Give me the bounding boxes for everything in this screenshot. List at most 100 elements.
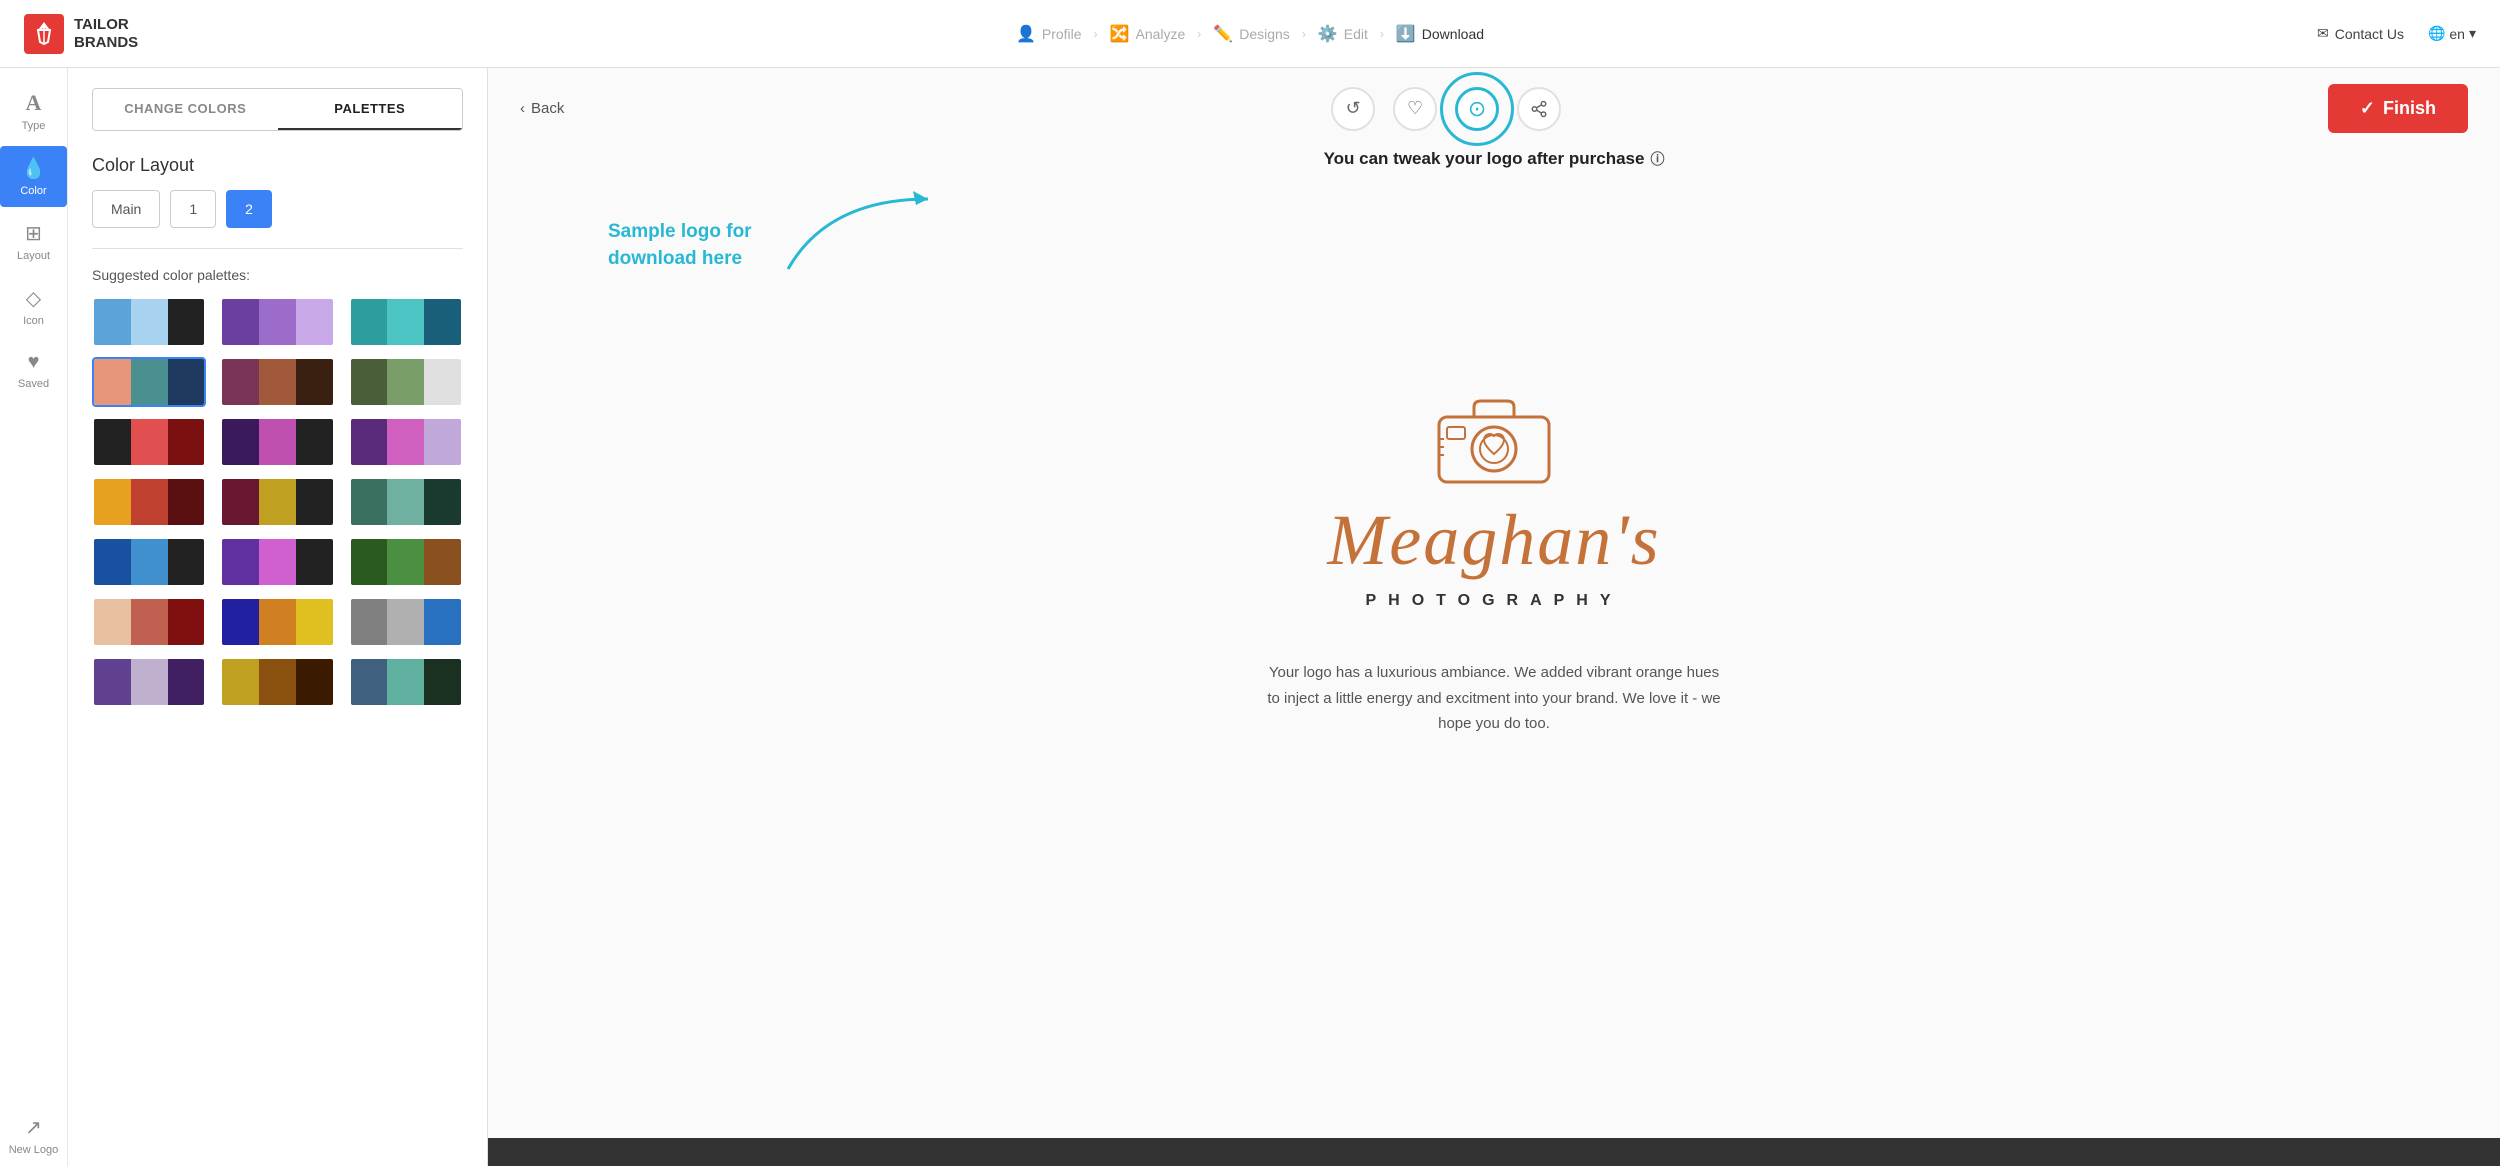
palette-swatch [259, 659, 296, 705]
arrow-annotation: Sample logo for download here [528, 199, 2460, 319]
palette-swatch [222, 479, 259, 525]
palette-swatch [94, 659, 131, 705]
sidebar-item-layout[interactable]: ⊞ Layout [0, 211, 67, 272]
palette-group-p3[interactable] [349, 297, 463, 347]
sidebar-item-type[interactable]: A Type [0, 80, 67, 142]
mail-icon: ✉ [2317, 25, 2329, 42]
saved-icon: ♥ [28, 351, 40, 374]
palette-swatch [168, 479, 205, 525]
logo-display: Meaghan's PHOTOGRAPHY Your logo has a lu… [488, 389, 2500, 737]
brand-icon [24, 14, 64, 54]
new-logo-icon: ↗ [25, 1115, 42, 1140]
palette-swatch [168, 299, 205, 345]
palette-swatch [296, 419, 333, 465]
tab-change-colors[interactable]: CHANGE COLORS [93, 89, 278, 130]
palette-group-p12[interactable] [349, 477, 463, 527]
brand-logo[interactable]: TAILOR BRANDS [24, 14, 138, 54]
palette-group-p17[interactable] [220, 597, 334, 647]
palette-swatch [259, 299, 296, 345]
palette-group-p18[interactable] [349, 597, 463, 647]
step-download[interactable]: ⬇️ Download [1384, 24, 1496, 44]
palette-group-p2[interactable] [220, 297, 334, 347]
palette-swatch [168, 599, 205, 645]
color-layout-title: Color Layout [92, 155, 463, 176]
palette-swatch [351, 419, 388, 465]
step-profile[interactable]: 👤 Profile [1004, 24, 1094, 44]
palette-swatch [387, 479, 424, 525]
palette-group-p8[interactable] [220, 417, 334, 467]
palette-group-p11[interactable] [220, 477, 334, 527]
palette-group-p16[interactable] [92, 597, 206, 647]
palette-group-p7[interactable] [92, 417, 206, 467]
layout-icon: ⊞ [25, 221, 42, 246]
palette-group-p5[interactable] [220, 357, 334, 407]
palette-swatch [168, 419, 205, 465]
step-designs[interactable]: ✏️ Designs [1201, 24, 1302, 44]
palette-container [92, 297, 463, 707]
tab-palettes[interactable]: PALETTES [278, 89, 463, 130]
color-opt-1[interactable]: 1 [170, 190, 216, 228]
palette-swatch [296, 359, 333, 405]
nav-right: ✉ Contact Us 🌐 en ▾ [2317, 25, 2476, 42]
palette-group-p14[interactable] [220, 537, 334, 587]
palette-group-p13[interactable] [92, 537, 206, 587]
panel-tabs: CHANGE COLORS PALETTES [92, 88, 463, 131]
palette-swatch [131, 599, 168, 645]
palette-swatch [387, 659, 424, 705]
palette-swatch [351, 359, 388, 405]
sidebar-item-icon[interactable]: ◇ Icon [0, 276, 67, 337]
sidebar-item-saved[interactable]: ♥ Saved [0, 341, 67, 400]
color-opt-main[interactable]: Main [92, 190, 160, 228]
palette-group-p15[interactable] [349, 537, 463, 587]
contact-us-link[interactable]: ✉ Contact Us [2317, 25, 2404, 42]
sidebar-item-new-logo[interactable]: ↗ New Logo [0, 1105, 67, 1166]
icon-icon: ◇ [26, 286, 41, 311]
palette-row [92, 477, 463, 527]
palette-row [92, 357, 463, 407]
palette-group-p4[interactable] [92, 357, 206, 407]
palette-swatch [94, 419, 131, 465]
color-opt-2[interactable]: 2 [226, 190, 272, 228]
palette-swatch [424, 659, 461, 705]
palette-swatch [94, 479, 131, 525]
palette-swatch [296, 539, 333, 585]
share-button[interactable] [1517, 87, 1561, 131]
edit-icon: ⚙️ [1318, 24, 1338, 44]
palette-swatch [387, 359, 424, 405]
history-button[interactable]: ⊙ [1455, 87, 1499, 131]
palette-swatch [222, 659, 259, 705]
palette-swatch [168, 659, 205, 705]
palette-swatch [424, 359, 461, 405]
palette-swatch [296, 659, 333, 705]
color-icon: 💧 [21, 156, 46, 181]
nav-steps: 👤 Profile › 🔀 Analyze › ✏️ Designs › ⚙️ … [1004, 24, 1496, 44]
palette-swatch [424, 599, 461, 645]
globe-icon: 🌐 [2428, 25, 2445, 42]
palette-group-p20[interactable] [220, 657, 334, 707]
sidebar-item-color[interactable]: 💧 Color [0, 146, 67, 207]
palette-group-p10[interactable] [92, 477, 206, 527]
palette-swatch [351, 599, 388, 645]
palette-group-p21[interactable] [349, 657, 463, 707]
info-icon: ⓘ [1650, 149, 1664, 169]
undo-button[interactable]: ↺ [1331, 87, 1375, 131]
palette-group-p19[interactable] [92, 657, 206, 707]
palette-swatch [296, 479, 333, 525]
heart-button[interactable]: ♡ [1393, 87, 1437, 131]
main-content: ‹ Back ↺ ♡ ⊙ ✓ Finish You [488, 68, 2500, 1166]
language-selector[interactable]: 🌐 en ▾ [2428, 25, 2476, 42]
palette-swatch [424, 299, 461, 345]
step-edit[interactable]: ⚙️ Edit [1306, 24, 1380, 44]
finish-button[interactable]: ✓ Finish [2328, 84, 2468, 133]
palette-swatch [259, 359, 296, 405]
download-icon: ⬇️ [1396, 24, 1416, 44]
analyze-icon: 🔀 [1110, 24, 1130, 44]
palette-group-p1[interactable] [92, 297, 206, 347]
step-analyze[interactable]: 🔀 Analyze [1098, 24, 1198, 44]
palette-swatch [222, 299, 259, 345]
divider [92, 248, 463, 249]
palette-group-p6[interactable] [349, 357, 463, 407]
back-button[interactable]: ‹ Back [520, 100, 564, 117]
palette-group-p9[interactable] [349, 417, 463, 467]
palette-swatch [259, 539, 296, 585]
